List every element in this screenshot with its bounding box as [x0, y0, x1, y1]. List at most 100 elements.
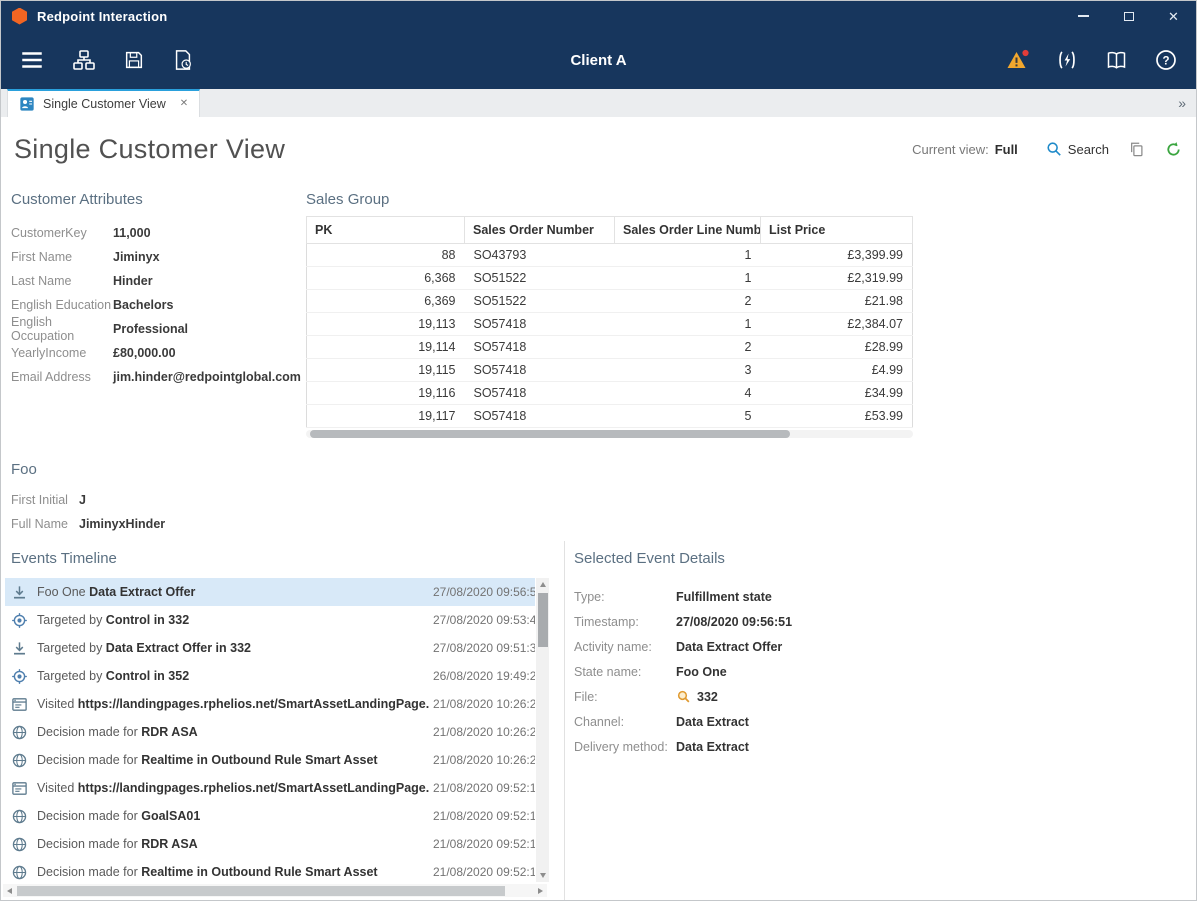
detail-label: Activity name:: [574, 640, 676, 654]
scroll-left-button[interactable]: [3, 884, 16, 897]
search-icon: [1046, 141, 1062, 157]
close-button[interactable]: ✕: [1151, 1, 1196, 31]
app-window: Redpoint Interaction ✕ Client A: [0, 0, 1197, 901]
scroll-right-button[interactable]: [534, 884, 547, 897]
cell-pk: 6,369: [307, 290, 465, 313]
tab-close-icon[interactable]: ✕: [180, 99, 188, 109]
scrollbar-thumb[interactable]: [17, 886, 505, 896]
event-row[interactable]: Targeted by Control in 352 26/08/2020 19…: [5, 662, 535, 690]
event-timestamp: 21/08/2020 10:26:27: [433, 697, 535, 711]
event-row[interactable]: Decision made for RDR ASA 21/08/2020 10:…: [5, 718, 535, 746]
refresh-button[interactable]: [1165, 141, 1182, 158]
table-row[interactable]: 6,369 SO51522 2 £21.98: [307, 290, 913, 313]
detail-row: File: 332: [574, 684, 1196, 709]
double-chevron-right-icon[interactable]: »: [1178, 95, 1196, 111]
detail-label: Timestamp:: [574, 615, 676, 629]
event-row[interactable]: Decision made for RDR ASA 21/08/2020 09:…: [5, 830, 535, 858]
attribute-row: First Name Jiminyx: [11, 245, 307, 269]
target-icon: [11, 668, 28, 685]
cell-list-price: £2,384.07: [761, 313, 913, 336]
events-vertical-scrollbar[interactable]: [536, 578, 549, 882]
tab-single-customer-view[interactable]: Single Customer View ✕: [7, 89, 200, 117]
browser-icon: [11, 696, 28, 713]
alerts-button[interactable]: [1005, 48, 1030, 72]
search-button[interactable]: Search: [1046, 141, 1109, 157]
selected-event-details-title: Selected Event Details: [574, 550, 1196, 567]
copy-button[interactable]: [1129, 141, 1145, 157]
scheduled-document-button[interactable]: [172, 49, 194, 71]
attribute-row: English Education Bachelors: [11, 293, 307, 317]
cell-list-price: £21.98: [761, 290, 913, 313]
browser-icon: [11, 780, 28, 797]
event-row[interactable]: Decision made for Realtime in Outbound R…: [5, 858, 535, 882]
table-row[interactable]: 88 SO43793 1 £3,399.99: [307, 244, 913, 267]
help-button[interactable]: ?: [1154, 48, 1178, 72]
event-row[interactable]: Decision made for Realtime in Outbound R…: [5, 746, 535, 774]
table-row[interactable]: 19,113 SO57418 1 £2,384.07: [307, 313, 913, 336]
cell-pk: 19,113: [307, 313, 465, 336]
event-row[interactable]: Visited https://landingpages.rphelios.ne…: [5, 774, 535, 802]
menu-button[interactable]: [19, 47, 45, 73]
sitemap-icon: [72, 48, 96, 72]
cell-sales-order-number: SO57418: [465, 336, 615, 359]
table-row[interactable]: 19,116 SO57418 4 £34.99: [307, 382, 913, 405]
sales-group-section: Sales Group PK Sales Order Number Sales …: [306, 191, 913, 438]
attribute-row: CustomerKey 11,000: [11, 221, 307, 245]
events-list[interactable]: Foo One Data Extract Offer 27/08/2020 09…: [5, 578, 535, 882]
maximize-button[interactable]: [1106, 1, 1151, 31]
realtime-status-button[interactable]: [1055, 48, 1079, 72]
table-row[interactable]: 19,117 SO57418 5 £53.99: [307, 405, 913, 428]
current-view-control[interactable]: Current view: Full: [912, 142, 1018, 157]
event-row[interactable]: Visited https://landingpages.rphelios.ne…: [5, 690, 535, 718]
event-text: Decision made for GoalSA01: [37, 809, 429, 823]
cell-sales-order-line-number: 3: [615, 359, 761, 382]
scroll-up-button[interactable]: [536, 578, 549, 591]
sitemap-button[interactable]: [72, 48, 96, 72]
column-header-sales-order-line-number[interactable]: Sales Order Line Number: [615, 217, 761, 244]
scroll-down-button[interactable]: [536, 869, 549, 882]
cell-list-price: £3,399.99: [761, 244, 913, 267]
detail-value: Data Extract Offer: [676, 640, 782, 654]
events-horizontal-scrollbar[interactable]: [3, 884, 547, 897]
scrollbar-thumb[interactable]: [538, 593, 548, 647]
attribute-row: English Occupation Professional: [11, 317, 307, 341]
event-timestamp: 21/08/2020 09:52:10: [433, 809, 535, 823]
detail-text: Foo One: [676, 665, 727, 679]
detail-row: Channel: Data Extract: [574, 709, 1196, 734]
cell-sales-order-number: SO57418: [465, 359, 615, 382]
detail-value[interactable]: 332: [676, 689, 718, 704]
globe-icon: [11, 836, 28, 853]
event-text: Targeted by Control in 352: [37, 669, 429, 683]
book-icon: [1104, 48, 1129, 72]
attribute-label: CustomerKey: [11, 226, 113, 240]
cell-pk: 88: [307, 244, 465, 267]
foo-section: Foo First Initial J Full Name JiminyxHin…: [11, 461, 165, 536]
save-button[interactable]: [123, 49, 145, 71]
event-row[interactable]: Decision made for GoalSA01 21/08/2020 09…: [5, 802, 535, 830]
foo-list: First Initial J Full Name JiminyxHinder: [11, 488, 165, 536]
file-search-icon: [676, 689, 691, 704]
scrollbar-thumb[interactable]: [310, 430, 790, 438]
event-row[interactable]: Targeted by Control in 332 27/08/2020 09…: [5, 606, 535, 634]
cell-list-price: £28.99: [761, 336, 913, 359]
table-row[interactable]: 19,115 SO57418 3 £4.99: [307, 359, 913, 382]
detail-text: Fulfillment state: [676, 590, 772, 604]
minimize-button[interactable]: [1061, 1, 1106, 31]
detail-label: Type:: [574, 590, 676, 604]
event-row[interactable]: Targeted by Data Extract Offer in 332 27…: [5, 634, 535, 662]
attribute-label: YearlyIncome: [11, 346, 113, 360]
event-timestamp: 27/08/2020 09:51:31: [433, 641, 535, 655]
attribute-value: 11,000: [113, 226, 151, 240]
cell-sales-order-number: SO57418: [465, 382, 615, 405]
column-header-list-price[interactable]: List Price: [761, 217, 913, 244]
sales-horizontal-scrollbar[interactable]: [306, 430, 913, 438]
detail-text: Data Extract: [676, 740, 749, 754]
table-row[interactable]: 19,114 SO57418 2 £28.99: [307, 336, 913, 359]
attribute-label: English Occupation: [11, 315, 113, 343]
column-header-sales-order-number[interactable]: Sales Order Number: [465, 217, 615, 244]
column-header-pk[interactable]: PK: [307, 217, 465, 244]
event-row[interactable]: Foo One Data Extract Offer 27/08/2020 09…: [5, 578, 535, 606]
attribute-row: Full Name JiminyxHinder: [11, 512, 165, 536]
documentation-button[interactable]: [1104, 48, 1129, 72]
table-row[interactable]: 6,368 SO51522 1 £2,319.99: [307, 267, 913, 290]
